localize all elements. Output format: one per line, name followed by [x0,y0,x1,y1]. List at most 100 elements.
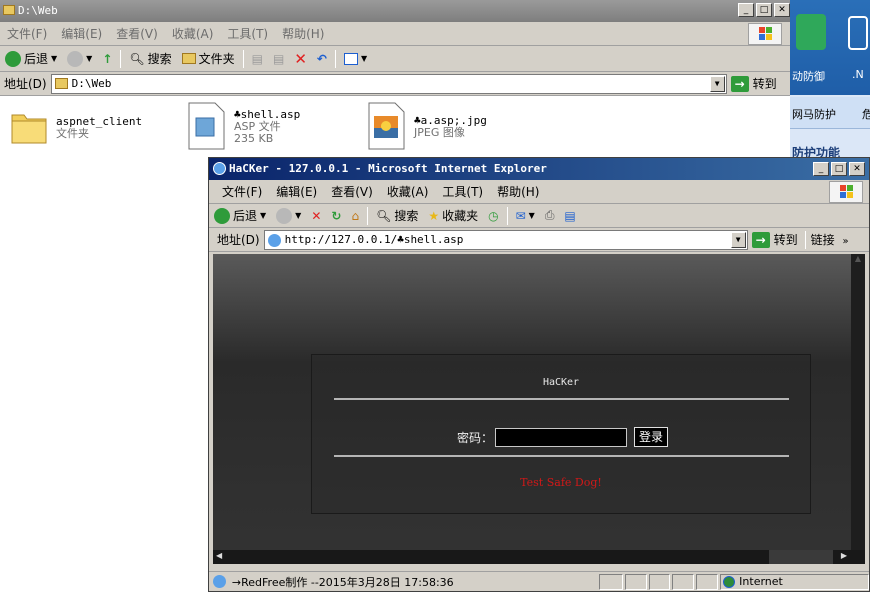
address-input[interactable]: D:\Web ▼ [50,73,727,94]
copy-to-button[interactable]: ▤ [268,52,289,66]
search-button[interactable]: 🔍︎ 搜索 [124,50,176,67]
search-icon: 🔍︎ [129,51,145,66]
search-icon: 🔍︎ [376,208,392,223]
side-label-n: .N [852,68,864,81]
history-icon: ◷ [488,208,499,223]
go-label: 转到 [773,233,798,247]
scroll-left-icon[interactable]: ◀ [216,551,222,560]
scroll-right-icon[interactable]: ▶ [841,551,847,560]
edit-button[interactable]: ▤ [559,209,580,223]
star-icon: ★ [428,208,440,223]
edit-page-icon: ▤ [564,208,576,223]
globe-icon [723,575,736,588]
copy-icon: ▤ [273,51,285,66]
menu-file[interactable]: 文件(F) [0,25,54,42]
side-tab[interactable]: 网马防护 [792,106,836,122]
toolbar-separator [242,49,244,68]
refresh-button[interactable]: ↻ [326,209,346,223]
chevron-down-icon[interactable]: ▼ [709,75,725,92]
favorites-button[interactable]: ★ 收藏夹 [423,207,483,224]
chevron-down-icon: ▼ [528,211,535,220]
back-button[interactable]: 后退 ▼ [0,50,62,67]
scroll-thumb[interactable] [769,550,833,564]
mail-icon: ✉ [515,208,526,223]
toolbar-separator [367,206,369,225]
windows-logo-icon [829,181,863,203]
explorer-window-controls: _ □ ✕ [738,3,790,17]
home-button[interactable]: ⌂ [346,209,364,223]
forward-button[interactable]: ▼ [271,207,306,224]
menu-help[interactable]: 帮助(H) [490,183,546,200]
print-button[interactable]: ⎙ [540,208,560,223]
views-button[interactable]: ▼ [339,52,372,65]
chevron-down-icon: ▼ [360,54,368,63]
close-button[interactable]: ✕ [774,3,790,17]
mail-button[interactable]: ✉ ▼ [511,209,540,223]
menu-tools[interactable]: 工具(T) [435,183,490,200]
up-folder-button[interactable]: ↑ [97,52,117,66]
horizontal-scrollbar[interactable]: ◀ ▶ [213,550,865,564]
file-item-shell-asp[interactable]: ♣shell.asp ASP 文件 235 KB [186,102,300,150]
go-button[interactable]: → 转到 [748,231,802,248]
links-label: 链接 [810,233,835,247]
ie-window: HaCKer - 127.0.0.1 - Microsoft Internet … [208,157,870,592]
delete-button[interactable]: ✕ [289,50,312,68]
scroll-up-icon[interactable]: ▲ [851,254,865,268]
login-form: 密码： 登录 [457,427,669,447]
file-item-aspnet-client[interactable]: aspnet_client 文件夹 [10,107,142,145]
minimize-button[interactable]: _ [738,3,754,17]
go-arrow-icon: → [730,75,749,92]
history-button[interactable]: ◷ [483,209,503,223]
forward-button[interactable]: ▼ [62,50,97,67]
back-button[interactable]: 后退 ▼ [209,207,271,224]
search-button[interactable]: 🔍︎ 搜索 [371,207,423,224]
ie-window-controls: _ □ ✕ [813,162,865,176]
chevron-down-icon: ▼ [295,211,302,220]
toolbar-separator [120,49,122,68]
address-value: http://127.0.0.1/♣shell.asp [284,233,464,246]
explorer-title-bar: D:\Web [0,0,790,22]
side-label-top: 动防御 [792,70,825,83]
move-to-button[interactable]: ▤ [247,52,268,66]
links-button[interactable]: 链接 » [809,231,849,248]
file-size: 235 KB [234,132,274,145]
side-window-header: 动防御 .N [790,0,870,95]
menu-view[interactable]: 查看(V) [109,25,165,42]
folder-icon [181,53,196,64]
address-value: D:\Web [71,77,112,90]
menu-view[interactable]: 查看(V) [324,183,380,200]
chevron-down-icon: ▼ [51,54,58,63]
menu-tools[interactable]: 工具(T) [220,25,275,42]
search-label: 搜索 [394,209,419,223]
vertical-scrollbar[interactable]: ▲ [851,254,865,550]
close-button[interactable]: ✕ [849,162,865,176]
maximize-button[interactable]: □ [831,162,847,176]
password-input[interactable] [495,427,628,447]
undo-button[interactable]: ↶ [312,52,332,66]
side-tabs: 网马防护 危 [790,97,870,129]
menu-file[interactable]: 文件(F) [215,183,269,200]
page-content: HaCKer 密码： 登录 Test Safe Dog! ▲ ◀ ▶ [213,254,865,564]
menu-edit[interactable]: 编辑(E) [54,25,109,42]
chevron-down-icon[interactable]: ▼ [730,231,746,248]
stop-button[interactable]: ✕ [306,209,326,223]
folders-label: 文件夹 [198,52,235,66]
address-input[interactable]: http://127.0.0.1/♣shell.asp ▼ [263,229,748,250]
menu-favorites[interactable]: 收藏(A) [380,183,436,200]
menu-favorites[interactable]: 收藏(A) [165,25,221,42]
folder-icon [3,5,15,15]
file-item-a-asp-jpg[interactable]: ♣a.asp;.jpg JPEG 图像 [366,102,487,150]
minimize-button[interactable]: _ [813,162,829,176]
go-button[interactable]: → 转到 [727,75,781,92]
maximize-button[interactable]: □ [756,3,772,17]
folder-icon [54,77,68,89]
side-tab-2[interactable]: 危 [862,106,870,122]
menu-edit[interactable]: 编辑(E) [269,183,324,200]
menu-help[interactable]: 帮助(H) [275,25,331,42]
stop-icon: ✕ [311,208,322,223]
back-label: 后退 [24,52,49,66]
back-label: 后退 [233,209,258,223]
file-type: 文件夹 [56,127,89,140]
folders-button[interactable]: 文件夹 [177,50,240,67]
login-button[interactable]: 登录 [634,427,669,447]
